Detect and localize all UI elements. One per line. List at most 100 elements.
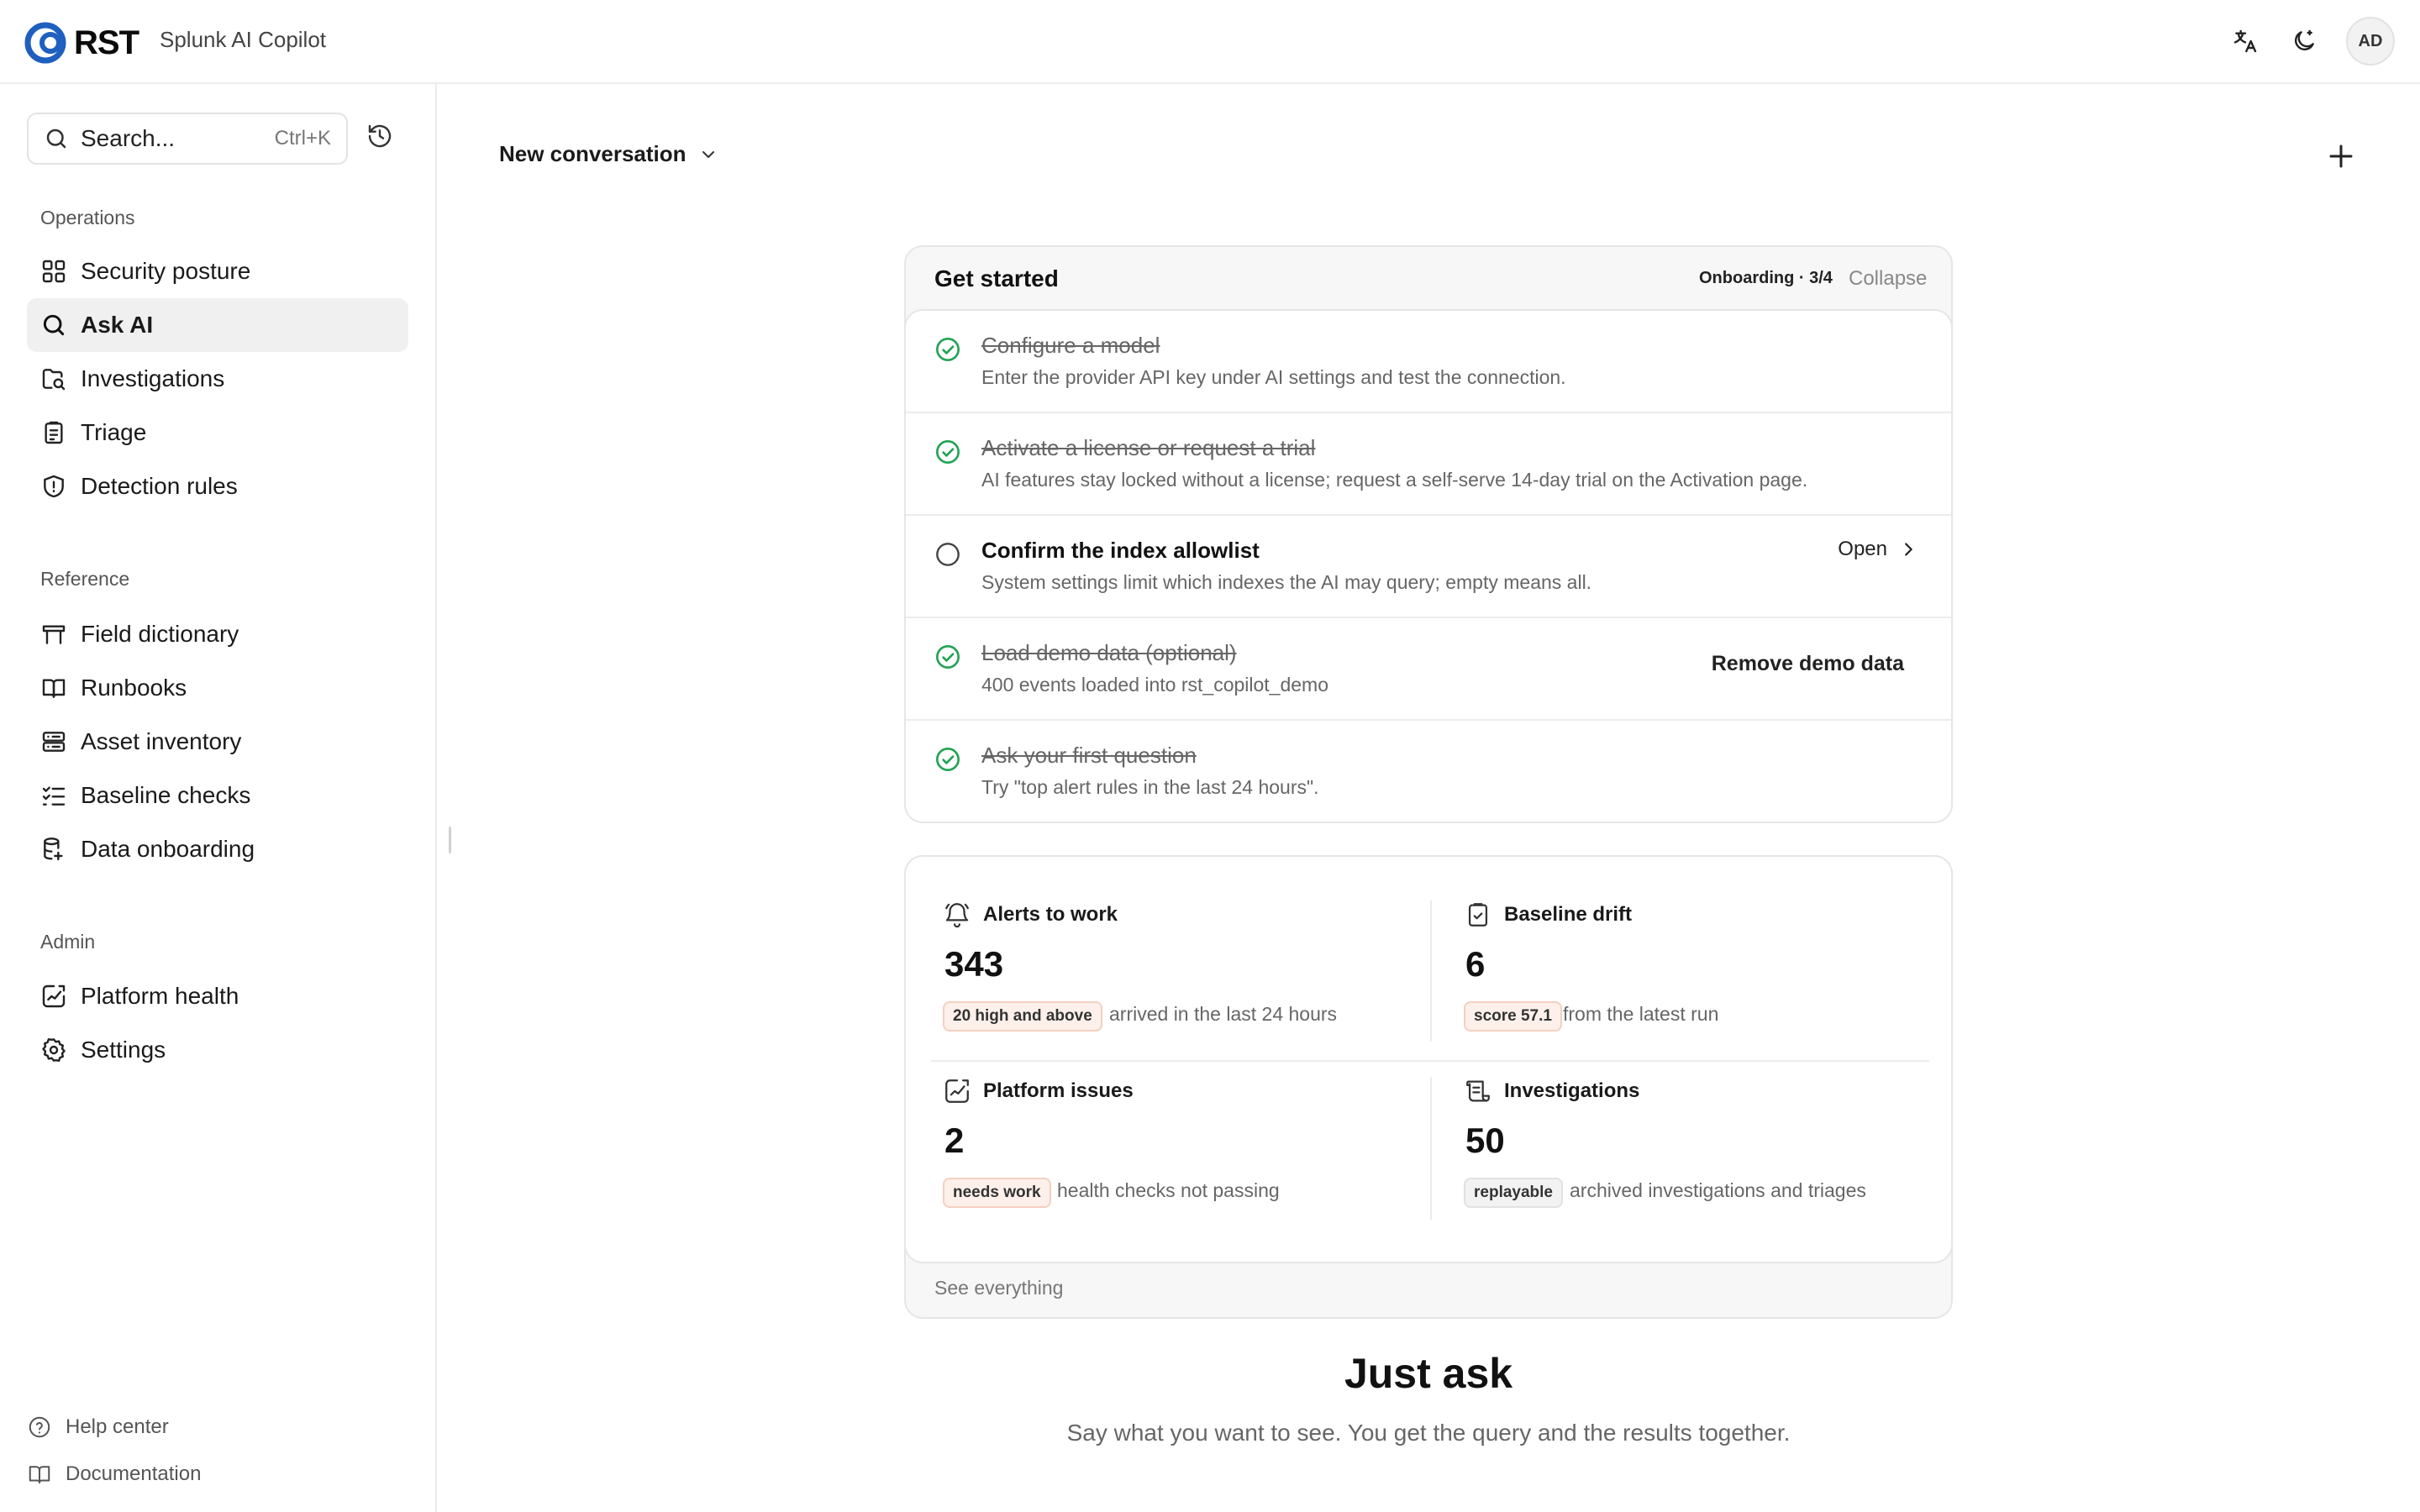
metric-tag: replayable xyxy=(1464,1178,1563,1208)
documentation-link[interactable]: Documentation xyxy=(27,1462,201,1487)
folder-search-icon xyxy=(40,365,67,392)
sidebar-item-label: Runbooks xyxy=(81,675,187,701)
table-icon xyxy=(40,621,67,648)
step-title: Configure a model xyxy=(981,333,1160,358)
sidebar-item-baseline-checks[interactable]: Baseline checks xyxy=(27,769,408,822)
step-title: Load demo data (optional) xyxy=(981,640,1237,665)
book-icon xyxy=(29,1466,50,1483)
sidebar-item-security-posture[interactable]: Security posture xyxy=(27,244,408,298)
chevron-down-icon xyxy=(702,150,714,158)
check-circle-icon xyxy=(934,336,961,363)
sidebar-item-label: Baseline checks xyxy=(81,782,251,808)
bell-icon xyxy=(945,903,969,928)
sidebar-item-ask-ai[interactable]: Ask AI xyxy=(27,298,408,352)
search-icon xyxy=(40,312,67,339)
metric-description: archived investigations and triages xyxy=(1570,1179,1866,1201)
metric-value: 2 xyxy=(944,1121,965,1160)
step-description: AI features stay locked without a licens… xyxy=(981,469,1808,491)
logo-mark-icon xyxy=(24,22,66,64)
documentation-label: Documentation xyxy=(66,1462,202,1485)
get-started-title: Get started xyxy=(934,265,1059,291)
remove-demo-data-button[interactable]: Remove demo data xyxy=(1712,652,1904,676)
metrics-grid: Alerts to work 343 20 high and above arr… xyxy=(904,855,1953,1263)
metric-platform-issues[interactable]: Platform issues 2 needs work health chec… xyxy=(943,1077,1413,1245)
metric-alerts-to-work[interactable]: Alerts to work 343 20 high and above arr… xyxy=(943,900,1413,1068)
checklist-icon xyxy=(40,782,67,809)
new-conversation-button[interactable] xyxy=(2326,141,2360,175)
open-button[interactable]: Open xyxy=(1838,538,1918,561)
history-icon[interactable] xyxy=(366,123,398,155)
sidebar-item-label: Security posture xyxy=(81,258,251,284)
metric-description: health checks not passing xyxy=(1057,1179,1280,1201)
metric-tag: needs work xyxy=(943,1178,1051,1208)
moon-icon[interactable] xyxy=(2287,24,2321,58)
plus-icon xyxy=(2329,144,2353,168)
step-description: System settings limit which indexes the … xyxy=(981,571,1592,593)
metric-value: 50 xyxy=(1465,1121,1505,1160)
chart-icon xyxy=(945,1079,969,1103)
product-name: Splunk AI Copilot xyxy=(160,27,327,52)
sidebar-item-label: Ask AI xyxy=(81,312,154,338)
top-bar: RST Splunk AI Copilot AD xyxy=(0,0,2420,84)
see-everything-link[interactable]: See everything xyxy=(934,1277,1063,1299)
step-description: Try "top alert rules in the last 24 hour… xyxy=(981,776,1319,798)
step-title: Activate a license or request a trial xyxy=(981,435,1316,460)
grid-icon xyxy=(40,258,67,285)
hero-subtitle: Say what you want to see. You get the qu… xyxy=(1066,1420,1791,1446)
step-title: Ask your first question xyxy=(981,743,1197,768)
metric-description: arrived in the last 24 hours xyxy=(1109,1003,1338,1025)
sidebar-item-detection-rules[interactable]: Detection rules xyxy=(27,459,408,513)
gear-icon xyxy=(40,1037,67,1063)
sidebar-item-label: Platform health xyxy=(81,983,239,1009)
search-input[interactable]: Search... Ctrl+K xyxy=(27,113,348,165)
sidebar-item-asset-inventory[interactable]: Asset inventory xyxy=(27,715,408,769)
sidebar-item-runbooks[interactable]: Runbooks xyxy=(27,661,408,715)
metrics-card: Alerts to work 343 20 high and above arr… xyxy=(904,855,1953,1319)
check-circle-icon xyxy=(934,438,961,465)
sidebar-item-platform-health[interactable]: Platform health xyxy=(27,969,408,1023)
chevron-right-icon xyxy=(1905,543,1912,556)
metric-baseline-drift[interactable]: Baseline drift 6 score 57.1 from the lat… xyxy=(1464,900,1934,1068)
onboarding-step: Confirm the index allowlist System setti… xyxy=(906,516,1951,618)
sidebar-item-triage[interactable]: Triage xyxy=(27,406,408,459)
metric-label: Baseline drift xyxy=(1504,903,1633,926)
section-label-reference: Reference xyxy=(40,568,130,590)
sidebar: Search... Ctrl+K Operations Security pos… xyxy=(0,84,437,1512)
conversation-selector[interactable]: New conversation xyxy=(499,141,718,167)
search-placeholder: Search... xyxy=(81,125,176,151)
sidebar-item-label: Investigations xyxy=(81,365,225,391)
section-label-admin: Admin xyxy=(40,931,96,953)
sidebar-item-field-dictionary[interactable]: Field dictionary xyxy=(27,607,408,661)
translate-icon[interactable] xyxy=(2228,24,2262,58)
metric-label: Platform issues xyxy=(983,1079,1134,1102)
sidebar-item-label: Triage xyxy=(81,419,147,445)
onboarding-step: Ask your first question Try "top alert r… xyxy=(906,721,1951,822)
avatar[interactable]: AD xyxy=(2346,17,2395,66)
step-description: Enter the provider API key under AI sett… xyxy=(981,366,1566,388)
metric-tag: 20 high and above xyxy=(943,1001,1102,1032)
metric-label: Alerts to work xyxy=(983,903,1118,926)
divider xyxy=(1430,1077,1432,1220)
metric-description: from the latest run xyxy=(1563,1003,1719,1025)
book-icon xyxy=(40,675,67,701)
scroll-icon xyxy=(1466,1080,1490,1102)
onboarding-steps: Configure a model Enter the provider API… xyxy=(904,309,1953,823)
metric-label: Investigations xyxy=(1504,1079,1640,1102)
section-label-operations: Operations xyxy=(40,207,135,228)
open-button-label: Open xyxy=(1838,538,1887,560)
step-title: Confirm the index allowlist xyxy=(981,538,1260,563)
sidebar-item-data-onboarding[interactable]: Data onboarding xyxy=(27,822,408,876)
metric-tag: score 57.1 xyxy=(1464,1001,1562,1032)
metric-value: 343 xyxy=(944,944,1004,984)
sidebar-item-settings[interactable]: Settings xyxy=(27,1023,408,1077)
sidebar-item-investigations[interactable]: Investigations xyxy=(27,352,408,406)
metric-investigations[interactable]: Investigations 50 replayable archived in… xyxy=(1464,1077,1934,1245)
database-icon xyxy=(40,836,67,863)
collapse-button[interactable]: Collapse xyxy=(1849,267,1927,291)
empty-circle-icon xyxy=(934,541,961,568)
sidebar-item-label: Detection rules xyxy=(81,473,238,499)
sidebar-resize-handle[interactable] xyxy=(449,827,451,853)
check-circle-icon xyxy=(934,746,961,773)
logo[interactable]: RST xyxy=(24,20,139,66)
get-started-card: Get started Onboarding · 3/4 Collapse Co… xyxy=(904,245,1953,823)
